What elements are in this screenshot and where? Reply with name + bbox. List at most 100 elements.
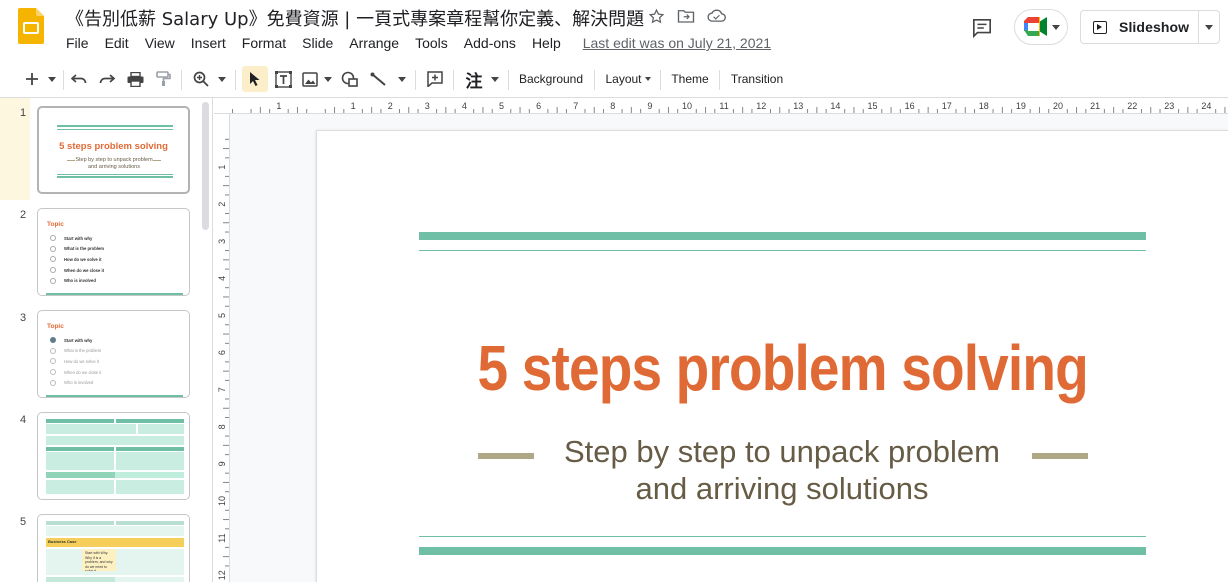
slideshow-options-button[interactable] bbox=[1198, 11, 1219, 43]
ruler-label: 1 bbox=[217, 165, 227, 170]
title-actions bbox=[646, 6, 726, 26]
divider bbox=[508, 70, 509, 90]
chevron-down-icon bbox=[324, 76, 332, 82]
slides-logo-icon[interactable] bbox=[18, 8, 44, 44]
top-accent-line bbox=[419, 250, 1146, 251]
slide-number: 1 bbox=[20, 107, 27, 119]
horizontal-ruler[interactable]: 1 1 2 3 4 5 6 7 8 9 10 11 12 13 14 15 16 17 18 19 20 21 22 23 24 bbox=[214, 98, 1228, 114]
menu-slide[interactable]: Slide bbox=[294, 34, 341, 54]
text-box-icon bbox=[274, 70, 292, 88]
slides-app: 《告別低薪 Salary Up》免費資源 | 一頁式專案章程幫你定義、解決問題 … bbox=[0, 0, 1228, 582]
line-dropdown[interactable] bbox=[395, 66, 409, 92]
divider bbox=[719, 70, 720, 90]
paint-format-button[interactable] bbox=[151, 66, 175, 92]
menu-tools[interactable]: Tools bbox=[407, 34, 456, 54]
ruler-label: 8 bbox=[217, 424, 227, 429]
bottom-accent-line bbox=[419, 536, 1146, 537]
menu-bar: File Edit View Insert Format Slide Arran… bbox=[58, 34, 771, 54]
thumb-topic-list: Start with why What is the problem How d… bbox=[50, 233, 104, 286]
shape-button[interactable] bbox=[338, 66, 362, 92]
menu-help[interactable]: Help bbox=[524, 34, 569, 54]
bottom-accent-bar bbox=[419, 547, 1146, 555]
layout-button[interactable]: Layout bbox=[600, 66, 656, 92]
subtitle-line-2: and arriving solutions bbox=[635, 471, 929, 506]
comment-icon bbox=[973, 19, 991, 38]
divider bbox=[63, 70, 64, 90]
ruler-label: 16 bbox=[905, 101, 915, 111]
ruler-label: 6 bbox=[536, 101, 541, 111]
meet-button[interactable] bbox=[1014, 9, 1068, 45]
last-edit-link[interactable]: Last edit was on July 21, 2021 bbox=[583, 34, 771, 54]
print-button[interactable] bbox=[123, 66, 147, 92]
ruler-label: 13 bbox=[793, 101, 803, 111]
thumb-subtitle: Step by step to unpack problem and arriv… bbox=[75, 157, 153, 170]
input-tools-button[interactable]: 注 bbox=[461, 66, 487, 92]
ruler-label: 1 bbox=[276, 101, 281, 111]
subtitle-right-dash bbox=[1032, 453, 1088, 459]
ruler-label: 18 bbox=[979, 101, 989, 111]
star-icon[interactable] bbox=[646, 6, 666, 26]
slideshow-label: Slideshow bbox=[1119, 19, 1190, 35]
move-folder-icon[interactable] bbox=[676, 6, 696, 26]
comment-history-button[interactable] bbox=[968, 14, 996, 42]
slide-subtitle[interactable]: Step by step to unpack problem and arriv… bbox=[547, 433, 1017, 507]
slide-thumbnail-1[interactable]: 5 steps problem solving Step by step to … bbox=[37, 106, 190, 194]
slide-number: 5 bbox=[20, 516, 27, 528]
divider bbox=[660, 70, 661, 90]
menu-add-ons[interactable]: Add-ons bbox=[456, 34, 524, 54]
background-button[interactable]: Background bbox=[514, 66, 588, 92]
menu-file[interactable]: File bbox=[58, 34, 97, 54]
chevron-down-icon bbox=[218, 76, 226, 82]
chevron-down-icon bbox=[48, 76, 56, 82]
menu-format[interactable]: Format bbox=[234, 34, 294, 54]
new-slide-button[interactable] bbox=[22, 66, 42, 92]
current-slide[interactable]: 5 steps problem solving Step by step to … bbox=[316, 130, 1228, 582]
input-tools-dropdown[interactable] bbox=[488, 66, 502, 92]
transition-label: Transition bbox=[730, 72, 784, 86]
image-dropdown[interactable] bbox=[321, 66, 335, 92]
text-box-button[interactable] bbox=[271, 66, 295, 92]
new-slide-layout-dropdown[interactable] bbox=[44, 66, 60, 92]
shape-icon bbox=[341, 71, 358, 87]
menu-view[interactable]: View bbox=[137, 34, 183, 54]
line-button[interactable] bbox=[366, 66, 390, 92]
ruler-label: 15 bbox=[867, 101, 877, 111]
theme-button[interactable]: Theme bbox=[666, 66, 714, 92]
undo-button[interactable] bbox=[67, 66, 91, 92]
ruler-label: 11 bbox=[719, 101, 728, 111]
vertical-ruler[interactable]: 123456789101112 bbox=[214, 114, 230, 582]
slide-thumbnail-2[interactable]: Topic Start with why What is the problem… bbox=[37, 208, 190, 296]
meet-icon bbox=[1023, 17, 1047, 36]
ruler-label: 2 bbox=[388, 101, 393, 111]
redo-button[interactable] bbox=[95, 66, 119, 92]
background-label: Background bbox=[518, 72, 584, 86]
ruler-label: 19 bbox=[1016, 101, 1026, 111]
ruler-label: 24 bbox=[1201, 101, 1211, 111]
top-accent-bar bbox=[419, 232, 1146, 240]
thumb-callout-note: Start with Why. Why it is a problem, and… bbox=[82, 549, 116, 571]
slideshow-button[interactable]: Slideshow bbox=[1081, 11, 1198, 43]
ruler-label: 7 bbox=[573, 101, 578, 111]
slide-filmstrip[interactable]: 1 5 steps problem solving Step by step t… bbox=[0, 98, 213, 582]
thumb-topic-list: Start with why What is the problem How d… bbox=[50, 335, 101, 388]
menu-arrange[interactable]: Arrange bbox=[341, 34, 407, 54]
slide-thumbnail-3[interactable]: Topic Start with why What is the problem… bbox=[37, 310, 190, 398]
slide-editor-canvas[interactable]: 1 1 2 3 4 5 6 7 8 9 10 11 12 13 14 15 16 17 18 19 20 21 22 23 24… bbox=[214, 98, 1228, 582]
slide-thumbnail-5[interactable]: Business Case Start with Why. Why it is … bbox=[37, 514, 190, 582]
cloud-status-icon[interactable] bbox=[706, 6, 726, 26]
transition-button[interactable]: Transition bbox=[725, 66, 789, 92]
menu-edit[interactable]: Edit bbox=[97, 34, 137, 54]
insert-image-button[interactable] bbox=[299, 66, 321, 92]
insert-comment-button[interactable] bbox=[423, 66, 447, 92]
zoom-button[interactable] bbox=[189, 66, 213, 92]
slide-thumbnail-4[interactable] bbox=[37, 412, 190, 500]
select-tool-button[interactable] bbox=[242, 66, 268, 92]
slide-number: 2 bbox=[20, 209, 27, 221]
filmstrip-scrollbar[interactable] bbox=[202, 102, 209, 230]
zoom-icon bbox=[193, 71, 209, 87]
slide-title[interactable]: 5 steps problem solving bbox=[383, 331, 1183, 405]
document-title[interactable]: 《告別低薪 Salary Up》免費資源 | 一頁式專案章程幫你定義、解決問題 bbox=[66, 5, 644, 31]
thumb-callout-title: Business Case bbox=[48, 539, 77, 544]
menu-insert[interactable]: Insert bbox=[183, 34, 234, 54]
zoom-dropdown[interactable] bbox=[214, 66, 230, 92]
